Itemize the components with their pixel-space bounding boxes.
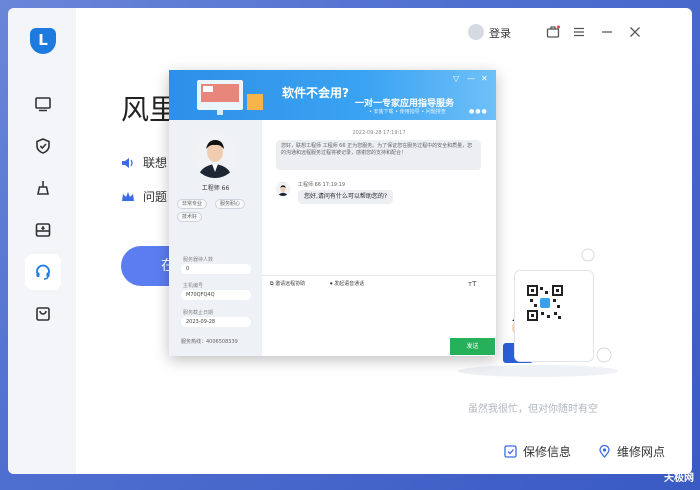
toolbox-icon[interactable] xyxy=(546,25,560,39)
shopping-bag-icon xyxy=(36,307,50,321)
voice-label: 发起语音通话 xyxy=(334,281,365,287)
engineer-tag: 技术好 xyxy=(177,212,203,222)
remote-assist-button[interactable]: ⧉ 邀请远程协助 xyxy=(270,280,305,287)
warranty-link[interactable]: 保修信息 xyxy=(504,443,571,460)
feature-label: 问题 xyxy=(143,190,168,204)
qr-code-icon xyxy=(527,285,563,321)
chat-toolbar: ⧉ 邀请远程协助 ⏺ 发起语音通话 ᴛT xyxy=(262,275,496,291)
chat-dialog: 软件不会用? 一对一专家应用指导服务 • 安装下载 • 使用指导 • 问题排查 … xyxy=(169,70,496,356)
engineer-avatar xyxy=(276,182,290,196)
person-icon xyxy=(192,132,238,178)
engineer-name: 工程师 66 xyxy=(201,185,230,192)
feature-item: 问题 xyxy=(121,188,167,205)
sidebar-item-device[interactable] xyxy=(25,86,61,122)
chat-messages: 2022-09-28 17:19:17 您好，联想工程师 工程师 66 正为您服… xyxy=(262,120,496,275)
feature-item: 联想 xyxy=(121,154,167,171)
served-value: 0 xyxy=(181,264,251,274)
banner-title: 软件不会用? xyxy=(282,86,349,100)
engineer-panel: 工程师 66 非常专业 服务耐心 技术好 服务器待人数 0 主机编号 M70QF… xyxy=(169,120,262,356)
hard-drive-icon xyxy=(35,223,51,237)
sidebar: L xyxy=(8,8,76,474)
host-value: M70QFQ4Q xyxy=(181,290,251,300)
crown-icon xyxy=(122,191,134,201)
warranty-label: 保修信息 xyxy=(523,445,572,459)
remote-icon: ⧉ xyxy=(270,281,274,287)
served-label: 服务器待人数 xyxy=(183,257,214,263)
user-avatar-icon[interactable] xyxy=(468,24,484,40)
qr-code-card xyxy=(514,270,594,362)
repair-label: 维修网点 xyxy=(617,445,666,459)
slogan-text: 虽然我很忙，但对你随时有空 xyxy=(468,404,598,415)
microphone-icon: ⏺ xyxy=(330,281,333,287)
banner-illustration xyxy=(197,80,263,115)
engineer-tag: 非常专业 xyxy=(177,199,208,209)
monitor-icon xyxy=(35,97,51,112)
voice-call-button[interactable]: ⏺ 发起语音通话 xyxy=(330,280,364,287)
shield-icon xyxy=(36,138,50,154)
location-pin-icon xyxy=(599,445,610,458)
speaker-icon xyxy=(122,157,133,168)
system-message: 您好，联想工程师 工程师 66 正为您服务。为了保证您在服务过程中的安全和质量，… xyxy=(276,140,481,170)
more-dots-icon[interactable]: ●●● xyxy=(469,108,488,115)
headset-icon xyxy=(36,264,50,280)
close-icon[interactable] xyxy=(628,25,642,39)
sidebar-item-cleanup[interactable] xyxy=(25,170,61,206)
send-button[interactable]: 发送 xyxy=(450,338,495,355)
broom-icon xyxy=(37,181,49,195)
engineer-photo xyxy=(192,132,238,178)
title-bar: 登录 xyxy=(462,8,692,56)
font-size-icon[interactable]: ᴛT xyxy=(468,280,476,288)
minimize-icon[interactable] xyxy=(600,25,614,39)
person-icon xyxy=(276,183,290,196)
message-header: 工程师 66 17:19:19 xyxy=(298,182,345,188)
expire-value: 2023-09-28 xyxy=(181,317,251,327)
app-logo: L xyxy=(30,28,56,54)
chat-timestamp: 2022-09-28 17:19:17 xyxy=(352,130,406,136)
remote-label: 邀请远程协助 xyxy=(275,281,306,287)
sidebar-item-store[interactable] xyxy=(25,296,61,332)
hotline-text: 服务热线：4006508339 xyxy=(181,339,238,345)
engineer-message: 您好,请问有什么可以帮助您的? xyxy=(298,190,394,204)
feature-label: 联想 xyxy=(143,156,168,170)
sidebar-item-security[interactable] xyxy=(25,128,61,164)
login-link[interactable]: 登录 xyxy=(489,25,511,41)
sidebar-item-service[interactable] xyxy=(25,254,61,290)
dialog-banner: 软件不会用? 一对一专家应用指导服务 • 安装下载 • 使用指导 • 问题排查 … xyxy=(169,70,496,120)
watermark-text: 天极网 xyxy=(664,473,694,484)
engineer-tag: 服务耐心 xyxy=(215,199,246,209)
sidebar-item-drivers[interactable] xyxy=(25,212,61,248)
expire-label: 服务截止日期 xyxy=(183,310,214,316)
host-label: 主机编号 xyxy=(183,283,204,289)
repair-location-link[interactable]: 维修网点 xyxy=(598,443,665,460)
menu-icon[interactable] xyxy=(572,25,586,39)
minimize-icon[interactable]: — xyxy=(467,74,475,83)
banner-tags: • 安装下载 • 使用指导 • 问题排查 xyxy=(369,109,446,115)
warranty-icon xyxy=(504,445,517,458)
collapse-icon[interactable]: ▽ xyxy=(453,74,459,83)
close-icon[interactable]: ✕ xyxy=(481,74,488,83)
